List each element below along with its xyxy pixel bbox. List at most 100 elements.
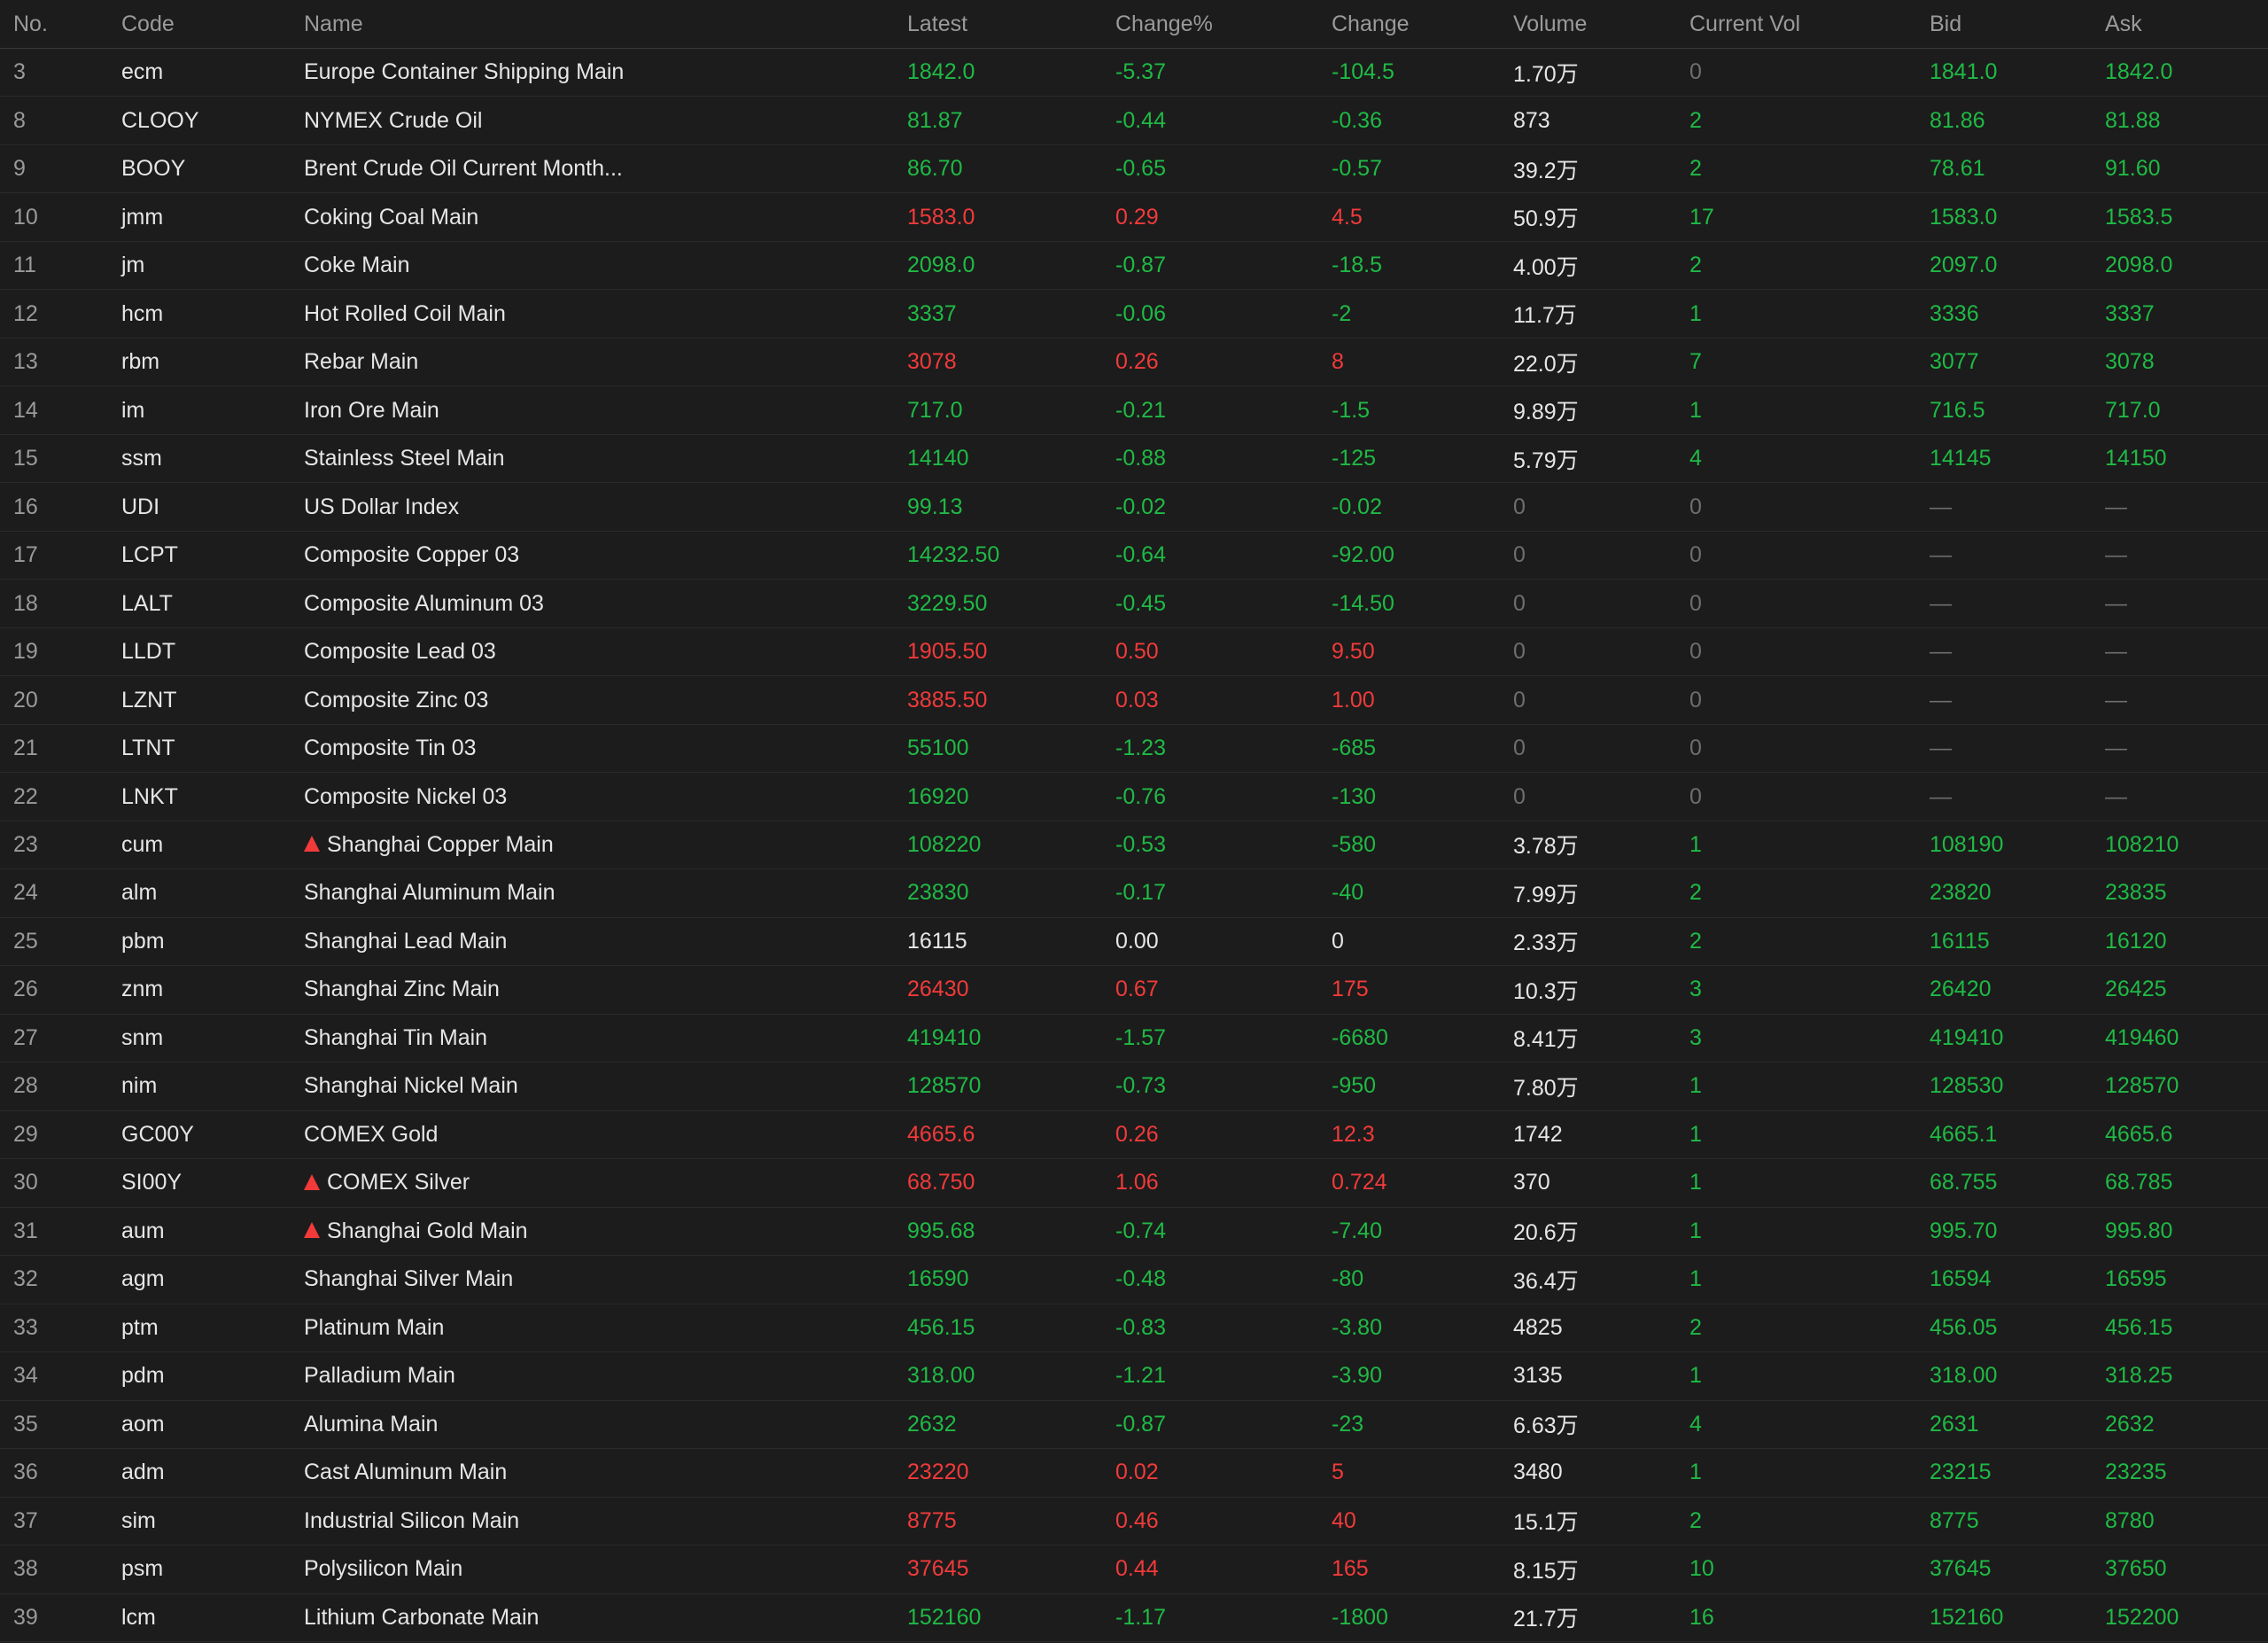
- row-bid: —: [1930, 783, 1952, 809]
- row-no: 11: [13, 253, 36, 278]
- table-row[interactable]: 35 aom Alumina Main 2632 -0.87 -23 6.63万 4 2631 2…: [0, 1401, 2268, 1450]
- table-row[interactable]: 39 lcm Lithium Carbonate Main 152160 -1.17 -1…: [0, 1594, 2268, 1642]
- header-change-pct[interactable]: Change%: [1115, 0, 1310, 48]
- table-row[interactable]: 8 CLOOY NYMEX Crude Oil 81.87 -0.44 -0.36 873 2…: [0, 97, 2268, 145]
- row-volume: 4825: [1513, 1314, 1563, 1340]
- row-name: Iron Ore Main: [304, 386, 889, 433]
- row-current-vol: 2: [1689, 1314, 1702, 1340]
- row-bid: 1583.0: [1930, 204, 1998, 230]
- row-no: 25: [13, 928, 38, 954]
- table-row[interactable]: 34 pdm Palladium Main 318.00 -1.21 -3.90 3135 1…: [0, 1352, 2268, 1401]
- row-latest: 1842.0: [907, 59, 975, 85]
- table-row[interactable]: 38 psm Polysilicon Main 37645 0.44 165 8.15万 10…: [0, 1546, 2268, 1594]
- row-ask: 4665.6: [2105, 1121, 2173, 1147]
- table-row[interactable]: 16 UDI US Dollar Index 99.13 -0.02 -0.02 0 0 — —: [0, 483, 2268, 532]
- row-bid: 23215: [1930, 1460, 1992, 1485]
- row-name-text: Shanghai Nickel Main: [304, 1073, 518, 1099]
- row-code: jm: [121, 253, 145, 278]
- header-ask[interactable]: Ask: [2105, 0, 2264, 48]
- row-bid: 78.61: [1930, 156, 1985, 182]
- table-row[interactable]: 28 nim Shanghai Nickel Main 128570 -0.73 -950…: [0, 1063, 2268, 1111]
- row-name-text: Composite Copper 03: [304, 542, 520, 568]
- row-name: COMEX Gold: [304, 1111, 889, 1158]
- row-latest: 16115: [907, 928, 967, 954]
- header-change[interactable]: Change: [1332, 0, 1500, 48]
- row-current-vol: 10: [1689, 1556, 1714, 1582]
- table-row[interactable]: 13 rbm Rebar Main 3078 0.26 8 22.0万 7 3077 3078: [0, 339, 2268, 387]
- header-volume[interactable]: Volume: [1513, 0, 1682, 48]
- table-row[interactable]: 12 hcm Hot Rolled Coil Main 3337 -0.06 -2 11.7…: [0, 290, 2268, 339]
- table-row[interactable]: 26 znm Shanghai Zinc Main 26430 0.67 175 10.3万…: [0, 966, 2268, 1015]
- header-latest[interactable]: Latest: [907, 0, 1102, 48]
- row-change-pct: 0.67: [1115, 977, 1159, 1002]
- row-no: 26: [13, 977, 38, 1002]
- row-change: -80: [1332, 1266, 1364, 1292]
- row-change-pct: 0.29: [1115, 204, 1159, 230]
- table-row[interactable]: 23 cum Shanghai Copper Main 108220 -0.53 -580…: [0, 822, 2268, 870]
- row-change: -950: [1332, 1073, 1377, 1099]
- table-row[interactable]: 10 jmm Coking Coal Main 1583.0 0.29 4.5 50.9万 1…: [0, 193, 2268, 242]
- header-bid[interactable]: Bid: [1930, 0, 2098, 48]
- table-row[interactable]: 17 LCPT Composite Copper 03 14232.50 -0.64 -9…: [0, 532, 2268, 580]
- table-row[interactable]: 3 ecm Europe Container Shipping Main 1842.0…: [0, 49, 2268, 97]
- row-latest: 995.68: [907, 1218, 975, 1243]
- row-current-vol: 2: [1689, 156, 1702, 182]
- table-row[interactable]: 37 sim Industrial Silicon Main 8775 0.46 40 15…: [0, 1498, 2268, 1546]
- row-change-pct: -0.88: [1115, 446, 1166, 471]
- row-current-vol: 0: [1689, 59, 1702, 85]
- table-row[interactable]: 18 LALT Composite Aluminum 03 3229.50 -0.45 -…: [0, 580, 2268, 628]
- alert-triangle-icon: [304, 836, 320, 853]
- table-row[interactable]: 22 LNKT Composite Nickel 03 16920 -0.76 -130 0…: [0, 773, 2268, 822]
- row-code: im: [121, 397, 145, 423]
- table-row[interactable]: 20 LZNT Composite Zinc 03 3885.50 0.03 1.00 0 0…: [0, 676, 2268, 725]
- row-change-pct: -0.45: [1115, 590, 1166, 616]
- table-row[interactable]: 21 LTNT Composite Tin 03 55100 -1.23 -685 0 0 — —: [0, 725, 2268, 774]
- table-row[interactable]: 9 BOOY Brent Crude Oil Current Month... 86.…: [0, 145, 2268, 194]
- table-row[interactable]: 14 im Iron Ore Main 717.0 -0.21 -1.5 9.89万 1 716…: [0, 386, 2268, 435]
- header-current-vol[interactable]: Current Vol: [1689, 0, 1911, 48]
- row-name-text: Iron Ore Main: [304, 397, 439, 423]
- row-name-text: Palladium Main: [304, 1363, 455, 1389]
- row-code: CLOOY: [121, 107, 199, 133]
- row-name: Lithium Carbonate Main: [304, 1594, 889, 1641]
- row-volume: 39.2万: [1513, 158, 1579, 183]
- row-name-text: Composite Tin 03: [304, 736, 477, 761]
- table-row[interactable]: 25 pbm Shanghai Lead Main 16115 0.00 0 2.33万 2 1…: [0, 918, 2268, 967]
- row-code: cum: [121, 831, 164, 857]
- row-name-text: Shanghai Lead Main: [304, 928, 508, 954]
- table-row[interactable]: 15 ssm Stainless Steel Main 14140 -0.88 -125 5…: [0, 435, 2268, 484]
- row-name: Composite Nickel 03: [304, 773, 889, 820]
- row-current-vol: 2: [1689, 107, 1702, 133]
- table-row[interactable]: 33 ptm Platinum Main 456.15 -0.83 -3.80 4825 2 4…: [0, 1304, 2268, 1353]
- row-no: 15: [13, 446, 38, 471]
- row-current-vol: 1: [1689, 1218, 1702, 1243]
- table-row[interactable]: 30 SI00Y COMEX Silver 68.750 1.06 0.724 370 1 68…: [0, 1159, 2268, 1208]
- row-current-vol: 4: [1689, 1411, 1702, 1437]
- row-change-pct: -0.73: [1115, 1073, 1166, 1099]
- table-row[interactable]: 36 adm Cast Aluminum Main 23220 0.02 5 3480 1 23…: [0, 1449, 2268, 1498]
- row-code: lcm: [121, 1604, 156, 1630]
- header-name[interactable]: Name: [304, 0, 889, 48]
- table-row[interactable]: 27 snm Shanghai Tin Main 419410 -1.57 -6680 8.…: [0, 1015, 2268, 1063]
- row-change: 8: [1332, 349, 1344, 375]
- row-ask: 14150: [2105, 446, 2167, 471]
- row-name: Shanghai Silver Main: [304, 1256, 889, 1303]
- row-name: Composite Lead 03: [304, 628, 889, 675]
- table-row[interactable]: 24 alm Shanghai Aluminum Main 23830 -0.17 -40…: [0, 869, 2268, 918]
- header-code[interactable]: Code: [121, 0, 299, 48]
- table-row[interactable]: 29 GC00Y COMEX Gold 4665.6 0.26 12.3 1742 1 4665…: [0, 1111, 2268, 1160]
- table-row[interactable]: 11 jm Coke Main 2098.0 -0.87 -18.5 4.00万 2 2097.…: [0, 242, 2268, 291]
- table-row[interactable]: 32 agm Shanghai Silver Main 16590 -0.48 -80 36…: [0, 1256, 2268, 1304]
- row-name-text: Coke Main: [304, 253, 410, 278]
- row-name: Polysilicon Main: [304, 1546, 889, 1592]
- row-name: Stainless Steel Main: [304, 435, 889, 482]
- table-row[interactable]: 31 aum Shanghai Gold Main 995.68 -0.74 -7.40 2…: [0, 1208, 2268, 1257]
- row-current-vol: 1: [1689, 1363, 1702, 1389]
- row-change: -2: [1332, 300, 1352, 326]
- row-ask: —: [2105, 542, 2127, 568]
- row-change-pct: -0.02: [1115, 494, 1166, 519]
- row-bid: 995.70: [1930, 1218, 1998, 1243]
- row-volume: 4.00万: [1513, 254, 1579, 280]
- header-no[interactable]: No.: [13, 0, 111, 48]
- table-row[interactable]: 19 LLDT Composite Lead 03 1905.50 0.50 9.50 0 0…: [0, 628, 2268, 677]
